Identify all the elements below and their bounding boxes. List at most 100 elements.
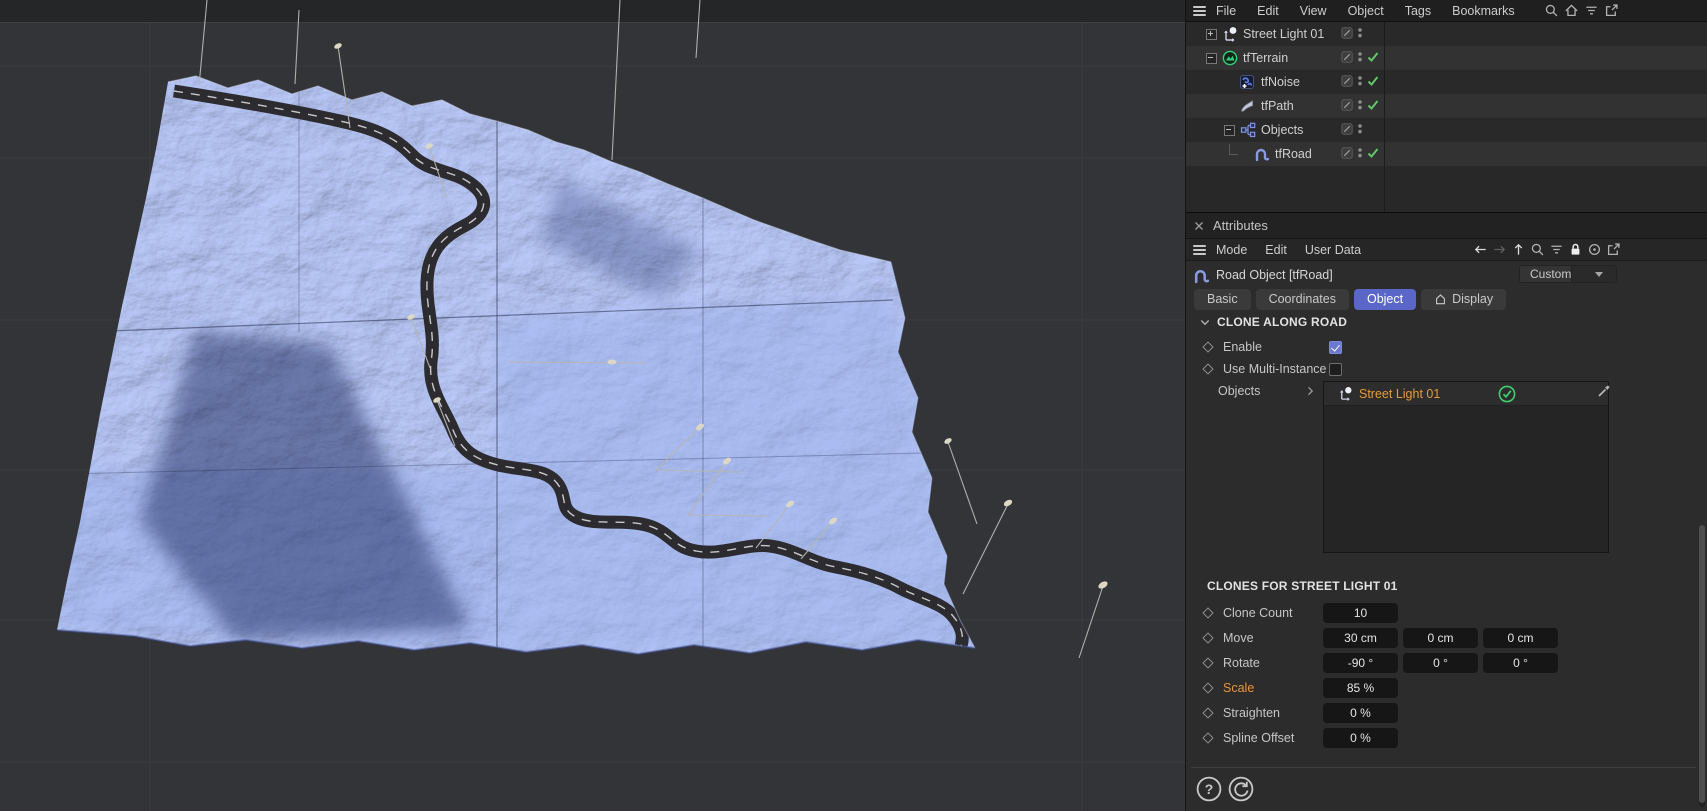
- enable-checkbox[interactable]: [1329, 341, 1342, 354]
- eyedropper-icon[interactable]: [1596, 383, 1612, 399]
- filter-icon[interactable]: [1584, 3, 1599, 18]
- param-diamond-icon[interactable]: [1202, 341, 1213, 352]
- menu-file[interactable]: File: [1216, 4, 1236, 18]
- straighten-field[interactable]: 0 %: [1323, 703, 1398, 723]
- tab-coordinates[interactable]: Coordinates: [1256, 289, 1349, 310]
- scrollbar-handle[interactable]: [1699, 525, 1705, 803]
- menu-object[interactable]: Object: [1348, 4, 1384, 18]
- close-icon[interactable]: [1194, 221, 1204, 231]
- chevron-down-icon[interactable]: [1571, 266, 1616, 282]
- rotate-p-field[interactable]: 0 °: [1403, 653, 1478, 673]
- object-label[interactable]: Objects: [1261, 122, 1303, 138]
- move-z-field[interactable]: 0 cm: [1483, 628, 1558, 648]
- row-rotate: Rotate -90 ° 0 ° 0 °: [1204, 653, 1323, 673]
- param-diamond-icon[interactable]: [1202, 682, 1213, 693]
- filter-icon[interactable]: [1549, 242, 1564, 257]
- visibility-dots-icon[interactable]: [1357, 123, 1363, 135]
- object-row-objects[interactable]: Objects: [1186, 118, 1707, 142]
- up-arrow-icon[interactable]: [1511, 242, 1526, 257]
- menu-user-data[interactable]: User Data: [1305, 243, 1361, 257]
- help-icon[interactable]: [1195, 775, 1223, 803]
- viewport-top-strip: [0, 0, 1185, 22]
- edit-tag-icon[interactable]: [1341, 123, 1353, 135]
- enabled-check-icon[interactable]: [1367, 147, 1379, 159]
- edit-tag-icon[interactable]: [1341, 27, 1353, 39]
- param-diamond-icon[interactable]: [1202, 657, 1213, 668]
- object-row-tfnoise[interactable]: tfNoise: [1186, 70, 1707, 94]
- tab-display[interactable]: Display: [1421, 289, 1506, 310]
- param-label: Spline Offset: [1223, 731, 1323, 745]
- param-diamond-icon[interactable]: [1202, 363, 1213, 374]
- back-arrow-icon[interactable]: [1473, 242, 1488, 257]
- param-label: Objects: [1218, 384, 1307, 398]
- visibility-dots-icon[interactable]: [1357, 27, 1363, 39]
- reset-icon[interactable]: [1227, 775, 1255, 803]
- object-label[interactable]: Street Light 01: [1243, 26, 1324, 42]
- home-icon[interactable]: [1564, 3, 1579, 18]
- param-diamond-icon[interactable]: [1202, 607, 1213, 618]
- object-label[interactable]: tfRoad: [1275, 146, 1312, 162]
- edit-tag-icon[interactable]: [1341, 51, 1353, 63]
- edit-tag-icon[interactable]: [1341, 99, 1353, 111]
- search-icon[interactable]: [1544, 3, 1559, 18]
- visibility-dots-icon[interactable]: [1357, 51, 1363, 63]
- menu-mode[interactable]: Mode: [1216, 243, 1247, 257]
- param-diamond-icon[interactable]: [1202, 732, 1213, 743]
- visibility-dots-icon[interactable]: [1357, 99, 1363, 111]
- objects-list[interactable]: Street Light 01: [1323, 381, 1609, 553]
- menu-hamburger-icon[interactable]: [1193, 6, 1206, 16]
- enabled-check-icon[interactable]: [1367, 51, 1379, 63]
- object-row-tfpath[interactable]: tfPath: [1186, 94, 1707, 118]
- attributes-hamburger-icon[interactable]: [1193, 245, 1206, 255]
- enabled-circle-check-icon[interactable]: [1498, 385, 1516, 403]
- chevron-right-icon[interactable]: [1307, 386, 1314, 396]
- menu-edit[interactable]: Edit: [1257, 4, 1279, 18]
- target-icon[interactable]: [1587, 242, 1602, 257]
- edit-tag-icon[interactable]: [1341, 75, 1353, 87]
- search-icon[interactable]: [1530, 242, 1545, 257]
- preset-dropdown[interactable]: Custom: [1519, 265, 1617, 283]
- object-row-street-light[interactable]: Street Light 01: [1186, 22, 1707, 46]
- path-icon: [1239, 98, 1255, 114]
- visibility-dots-icon[interactable]: [1357, 75, 1363, 87]
- rotate-h-field[interactable]: -90 °: [1323, 653, 1398, 673]
- scrollbar[interactable]: [1699, 525, 1705, 807]
- popout-icon[interactable]: [1604, 3, 1619, 18]
- enabled-check-icon[interactable]: [1367, 99, 1379, 111]
- object-label[interactable]: tfPath: [1261, 98, 1294, 114]
- move-y-field[interactable]: 0 cm: [1403, 628, 1478, 648]
- menu-edit-attr[interactable]: Edit: [1265, 243, 1287, 257]
- object-label[interactable]: tfNoise: [1261, 74, 1300, 90]
- scale-field[interactable]: 85 %: [1323, 678, 1398, 698]
- param-diamond-icon[interactable]: [1202, 707, 1213, 718]
- tab-basic[interactable]: Basic: [1194, 289, 1251, 310]
- param-diamond-icon[interactable]: [1202, 632, 1213, 643]
- list-item-street-light[interactable]: Street Light 01: [1324, 382, 1608, 406]
- visibility-dots-icon[interactable]: [1357, 147, 1363, 159]
- menu-bookmarks[interactable]: Bookmarks: [1452, 4, 1515, 18]
- object-row-tfterrain[interactable]: tfTerrain: [1186, 46, 1707, 70]
- section-clone-along-road[interactable]: CLONE ALONG ROAD: [1200, 315, 1347, 329]
- enabled-check-icon[interactable]: [1367, 75, 1379, 87]
- menu-tags[interactable]: Tags: [1405, 4, 1431, 18]
- forward-arrow-icon[interactable]: [1492, 242, 1507, 257]
- move-x-field[interactable]: 30 cm: [1323, 628, 1398, 648]
- spline-offset-field[interactable]: 0 %: [1323, 728, 1398, 748]
- tab-object[interactable]: Object: [1354, 289, 1416, 310]
- popout-icon[interactable]: [1606, 242, 1621, 257]
- row-objects: Objects: [1218, 381, 1314, 401]
- menu-view[interactable]: View: [1300, 4, 1327, 18]
- multi-instance-checkbox[interactable]: [1329, 363, 1342, 376]
- object-label[interactable]: tfTerrain: [1243, 50, 1288, 66]
- lock-icon[interactable]: [1568, 242, 1583, 257]
- collapse-minus-icon[interactable]: [1224, 125, 1235, 136]
- object-row-tfroad[interactable]: tfRoad: [1186, 142, 1707, 166]
- viewport-3d[interactable]: [0, 0, 1185, 811]
- list-item-label[interactable]: Street Light 01: [1359, 387, 1440, 401]
- edit-tag-icon[interactable]: [1341, 147, 1353, 159]
- clone-count-field[interactable]: 10: [1323, 603, 1398, 623]
- expand-plus-icon[interactable]: [1206, 29, 1217, 40]
- collapse-minus-icon[interactable]: [1206, 53, 1217, 64]
- rotate-b-field[interactable]: 0 °: [1483, 653, 1558, 673]
- row-move: Move 30 cm 0 cm 0 cm: [1204, 628, 1323, 648]
